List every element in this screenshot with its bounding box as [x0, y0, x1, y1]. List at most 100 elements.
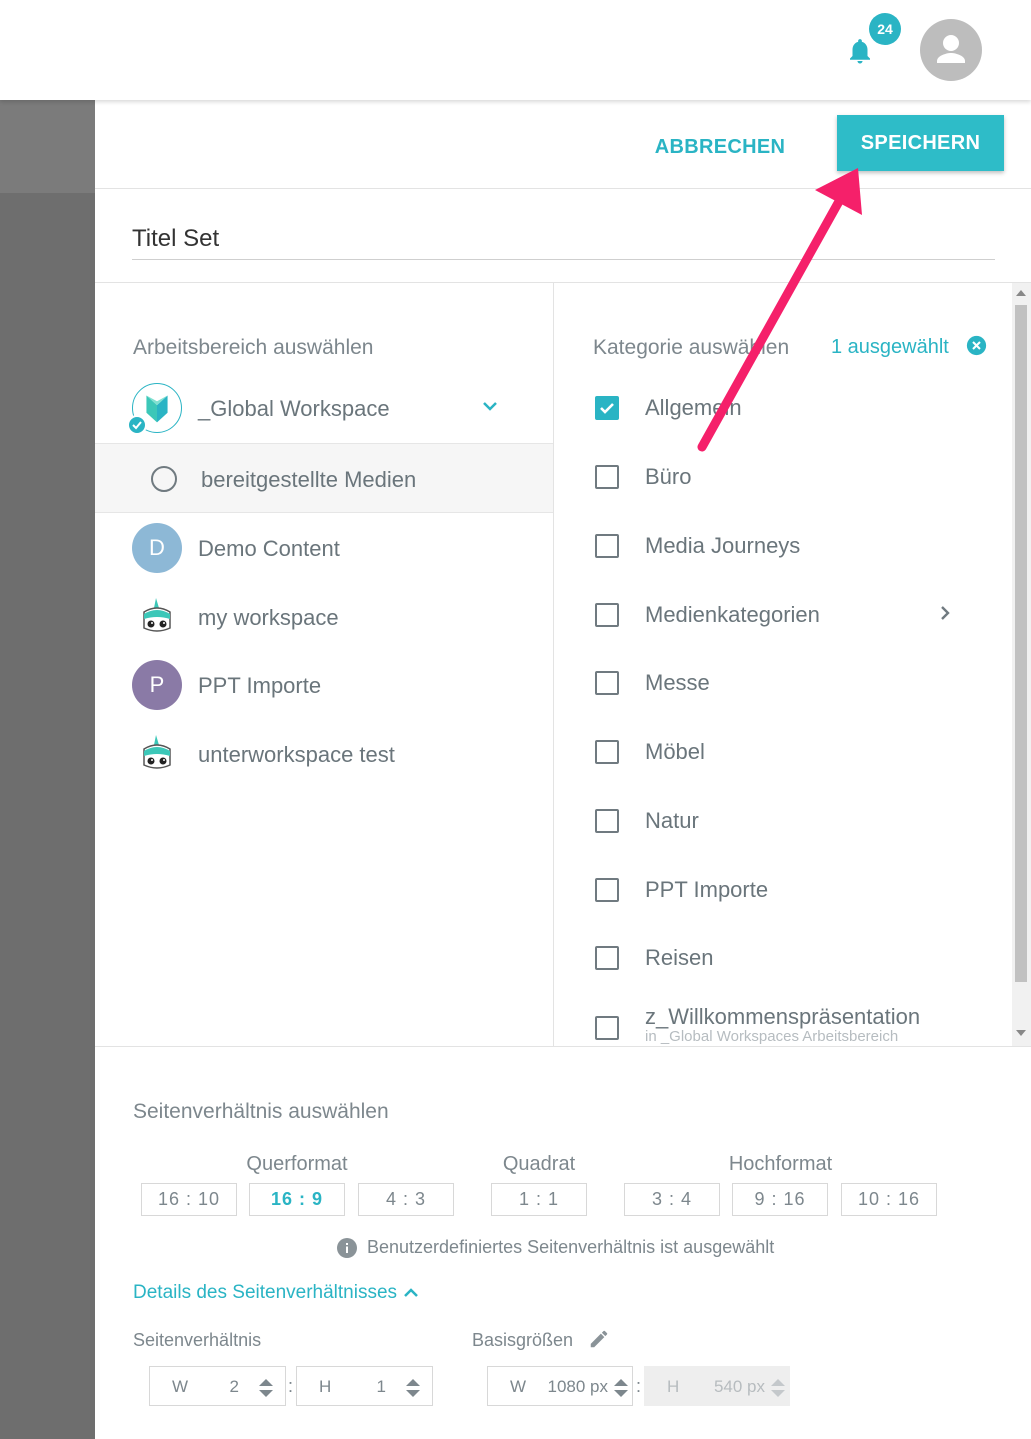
bell-icon[interactable]: [845, 34, 875, 68]
checkbox-checked[interactable]: [595, 396, 619, 420]
ratio-button-9-16[interactable]: 9 : 16: [732, 1183, 828, 1216]
aspect-section-divider: [95, 1046, 1031, 1047]
ratio-button-4-3[interactable]: 4 : 3: [358, 1183, 454, 1216]
cancel-button[interactable]: ABBRECHEN: [650, 128, 790, 166]
category-item-medienkategorien[interactable]: Medienkategorien: [553, 581, 1013, 650]
checkbox[interactable]: [595, 603, 619, 627]
ratio-button-3-4[interactable]: 3 : 4: [624, 1183, 720, 1216]
aspect-details-toggle[interactable]: Details des Seitenverhältnisses: [133, 1282, 397, 1304]
category-item-label: Natur: [645, 808, 699, 833]
category-item-label: Reisen: [645, 945, 714, 970]
aspect-heading: Seitenverhältnis auswählen: [133, 1100, 389, 1123]
stepper-arrows-icon[interactable]: [404, 1377, 422, 1399]
check-badge-icon: [127, 415, 147, 435]
ratio-label: Seitenverhältnis: [133, 1330, 262, 1350]
category-item-media-journeys[interactable]: Media Journeys: [553, 512, 1013, 581]
category-item-label: Allgemein: [645, 395, 742, 420]
ratio-button-10-16[interactable]: 10 : 16: [841, 1183, 937, 1216]
workspace-heading: Arbeitsbereich auswählen: [133, 336, 374, 359]
scroll-down-arrow-icon[interactable]: [1016, 1030, 1026, 1036]
workspace-initial-avatar: D: [132, 523, 182, 573]
pencil-icon[interactable]: [588, 1328, 610, 1350]
category-item-label: Media Journeys: [645, 533, 801, 558]
workspace-item-label: PPT Importe: [198, 673, 322, 698]
ratio-height-stepper[interactable]: H 1: [296, 1366, 433, 1406]
save-button[interactable]: SPEICHERN: [837, 115, 1004, 171]
panel-header: ABBRECHEN SPEICHERN: [95, 100, 1031, 189]
category-item-allgemein[interactable]: Allgemein: [553, 374, 1013, 443]
ratio-button-1-1[interactable]: 1 : 1: [491, 1183, 587, 1216]
ratio-button-16-9[interactable]: 16 : 9: [249, 1183, 345, 1216]
chevron-down-icon[interactable]: [478, 394, 502, 418]
checkbox[interactable]: [595, 671, 619, 695]
workspace-item-my-workspace[interactable]: my workspace: [95, 583, 553, 651]
colon-separator: :: [636, 1376, 642, 1396]
columns-top-divider: [95, 282, 1031, 283]
checkbox[interactable]: [595, 465, 619, 489]
checkbox[interactable]: [595, 740, 619, 764]
category-item-label: Büro: [645, 464, 692, 489]
workspace-item-label: bereitgestellte Medien: [201, 467, 417, 492]
field-letter: H: [667, 1377, 680, 1396]
workspace-item-ppt-importe[interactable]: P PPT Importe: [95, 651, 553, 719]
workspace-item-unterworkspace-test[interactable]: unterworkspace test: [95, 720, 553, 788]
scrollbar-thumb[interactable]: [1015, 305, 1027, 982]
user-icon: [937, 35, 965, 63]
checkbox[interactable]: [595, 1016, 619, 1040]
ratio-button-16-10[interactable]: 16 : 10: [141, 1183, 237, 1216]
category-item-buero[interactable]: Büro: [553, 443, 1013, 512]
colon-separator: :: [288, 1376, 294, 1396]
category-item-label: Messe: [645, 670, 710, 695]
custom-ratio-info: Benutzerdefiniertes Seitenverhältnis ist…: [367, 1237, 775, 1257]
workspace-item-global[interactable]: _Global Workspace: [95, 374, 553, 442]
chevron-up-icon[interactable]: [399, 1281, 423, 1305]
workspace-item-label: _Global Workspace: [198, 396, 390, 421]
stepper-arrows-icon: [771, 1379, 785, 1397]
edit-set-panel: ABBRECHEN SPEICHERN Arbeitsbereich auswä…: [95, 100, 1031, 1439]
chevron-right-icon[interactable]: [933, 601, 957, 625]
category-item-willkommenspraesentation[interactable]: z_Willkommenspräsentation in _Global Wor…: [553, 982, 1013, 1046]
workspace-item-demo-content[interactable]: D Demo Content: [95, 514, 553, 582]
ratio-width-stepper[interactable]: W 2: [149, 1366, 286, 1406]
group-label-portrait: Hochformat: [728, 1153, 833, 1175]
category-item-label: Medienkategorien: [645, 602, 820, 627]
checkbox[interactable]: [595, 809, 619, 833]
scroll-up-arrow-icon[interactable]: [1016, 290, 1026, 296]
title-input[interactable]: [132, 218, 995, 260]
checkbox[interactable]: [595, 946, 619, 970]
radio-button[interactable]: [151, 466, 177, 492]
category-item-sublabel: in _Global Workspaces Arbeitsbereich: [645, 1028, 899, 1045]
unicorn-icon: [143, 598, 171, 632]
left-backdrop-header: [0, 100, 95, 193]
notification-badge: 24: [869, 13, 901, 45]
workspace-item-label: Demo Content: [198, 536, 340, 561]
field-letter: W: [172, 1377, 189, 1396]
category-item-label: z_Willkommenspräsentation: [645, 1004, 921, 1029]
base-height-value: 540 px: [713, 1377, 765, 1396]
left-backdrop: [0, 100, 95, 1439]
selected-count: 1 ausgewählt: [831, 336, 949, 358]
workspace-item-label: unterworkspace test: [198, 742, 395, 767]
category-item-label: PPT Importe: [645, 877, 769, 902]
ratio-height-value: 1: [376, 1377, 386, 1396]
base-size-label: Basisgrößen: [472, 1330, 574, 1350]
category-item-natur[interactable]: Natur: [553, 787, 1013, 856]
user-avatar[interactable]: [920, 19, 982, 81]
workspace-item-provided-media[interactable]: bereitgestellte Medien: [95, 443, 553, 513]
base-width-value: 1080 px: [547, 1377, 609, 1396]
category-item-ppt-importe[interactable]: PPT Importe: [553, 856, 1013, 925]
group-label-square: Quadrat: [502, 1153, 576, 1175]
checkbox[interactable]: [595, 878, 619, 902]
stepper-arrows-icon[interactable]: [257, 1377, 275, 1399]
base-height-stepper: H 540 px: [644, 1366, 790, 1406]
category-item-label: Möbel: [645, 739, 705, 764]
base-width-stepper[interactable]: W 1080 px: [487, 1366, 633, 1406]
stepper-arrows-icon[interactable]: [612, 1377, 630, 1399]
field-letter: H: [319, 1377, 332, 1396]
workspace-initial-avatar: P: [132, 660, 182, 710]
category-item-moebel[interactable]: Möbel: [553, 718, 1013, 787]
category-heading: Kategorie auswählen: [593, 336, 790, 359]
clear-selection-icon[interactable]: [966, 335, 987, 356]
checkbox[interactable]: [595, 534, 619, 558]
category-item-messe[interactable]: Messe: [553, 649, 1013, 718]
